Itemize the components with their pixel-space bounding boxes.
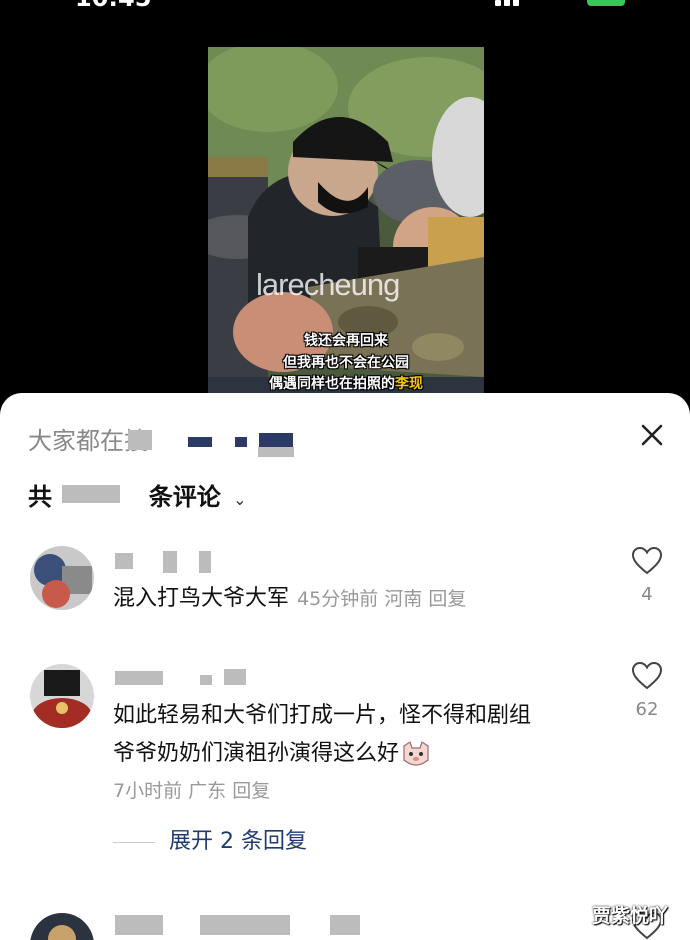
reply-button[interactable]: 回复	[232, 780, 270, 802]
comment-time: 7小时前	[113, 780, 183, 802]
author-name-redacted	[200, 915, 290, 935]
comment-count-suffix: 条评论	[148, 483, 221, 511]
signal-bar-3	[513, 0, 519, 6]
expand-replies-label[interactable]: 展开 2 条回复	[169, 829, 307, 854]
comment-text-line-2: 爷爷奶奶们演祖孙演得这么好	[113, 735, 531, 773]
comment-count[interactable]: 共 条评论 ⌄	[28, 477, 246, 512]
video-subtitle-line-2: 但我再也不会在公园	[283, 355, 409, 371]
status-bar: 10:45	[0, 0, 690, 12]
redacted-block	[128, 430, 152, 450]
signal-icon	[495, 0, 501, 6]
author-name-redacted	[199, 551, 211, 573]
corner-watermark: 贾紫悦吖	[592, 905, 669, 927]
reply-button[interactable]: 回复	[428, 588, 466, 610]
comment-meta: 7小时前 广东 回复	[113, 776, 270, 803]
comment-count-prefix: 共	[28, 483, 52, 511]
author-name-redacted[interactable]	[115, 553, 133, 569]
divider-line	[113, 841, 155, 843]
author-name-redacted	[224, 669, 246, 685]
comment-text-line-2-text: 爷爷奶奶们演祖孙演得这么好	[113, 741, 400, 766]
redacted-block	[62, 485, 120, 503]
battery-icon	[587, 0, 625, 6]
expand-replies[interactable]: 展开 2 条回复	[113, 823, 307, 855]
comment-location: 广东	[188, 780, 227, 802]
status-time: 10:45	[75, 0, 151, 12]
comment-time: 45分钟前	[297, 588, 379, 610]
author-name-redacted[interactable]	[115, 915, 163, 935]
redacted-block	[259, 433, 293, 447]
avatar[interactable]	[30, 664, 94, 728]
author-name-redacted	[330, 915, 360, 935]
comment-body: 如此轻易和大爷们打成一片，怪不得和剧组 爷爷奶奶们演祖孙演得这么好	[113, 697, 531, 773]
cat-emoji-icon	[401, 740, 431, 768]
subtitle-prefix: 偶遇同样也在拍照的	[269, 376, 395, 392]
comment-body: 混入打鸟大爷大军 45分钟前 河南 回复	[113, 580, 466, 618]
signal-bar-2	[504, 0, 510, 6]
like-count: 4	[641, 584, 653, 605]
status-icons	[495, 0, 635, 10]
heart-icon[interactable]	[631, 661, 663, 691]
close-icon[interactable]	[635, 418, 669, 452]
video-subtitle-line-1: 钱还会再回来	[304, 333, 388, 349]
comment-text-line-1: 如此轻易和大爷们打成一片，怪不得和剧组	[113, 703, 532, 728]
subtitle-highlight: 李现	[395, 376, 423, 392]
avatar[interactable]	[30, 913, 94, 940]
author-name-redacted	[163, 551, 177, 573]
redacted-block	[188, 437, 212, 447]
avatar[interactable]	[30, 546, 94, 610]
video-subtitle-line-3: 偶遇同样也在拍照的李现	[208, 373, 484, 393]
video-player[interactable]: larecheung 钱还会再回来 但我再也不会在公园 偶遇同样也在拍照的李现	[208, 47, 484, 393]
like-button[interactable]: 62	[628, 661, 666, 720]
comment-sheet: 大家都在搜 共 条评论 ⌄ 混入打鸟大爷大军 45分钟前 河南 回复 4 如此轻…	[0, 393, 690, 940]
chevron-down-icon: ⌄	[233, 490, 247, 509]
redacted-block	[235, 437, 247, 447]
author-name-redacted	[200, 675, 212, 685]
comment-location: 河南	[384, 588, 423, 610]
like-button[interactable]: 4	[628, 546, 666, 605]
video-watermark: larecheung	[256, 267, 400, 302]
heart-icon[interactable]	[631, 546, 663, 576]
author-name-redacted[interactable]	[115, 671, 163, 685]
redacted-block	[258, 447, 294, 457]
like-count: 62	[635, 699, 659, 720]
comment-text: 混入打鸟大爷大军	[113, 586, 290, 611]
